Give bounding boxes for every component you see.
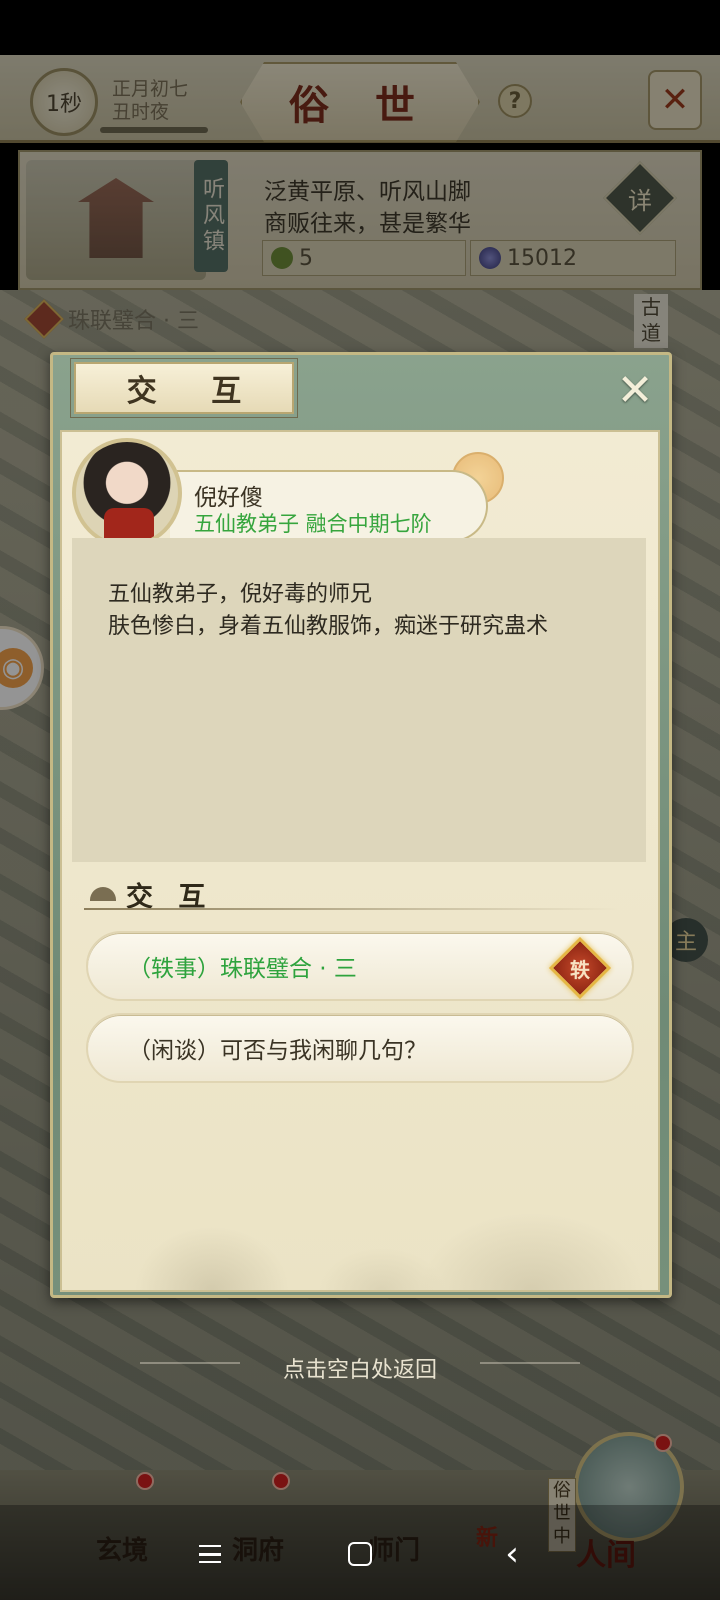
close-x-icon[interactable]: ✕ <box>610 365 660 416</box>
ink-mountains-decoration <box>62 1080 658 1290</box>
home-icon[interactable] <box>336 1530 384 1578</box>
back-chevron-icon[interactable]: ‹ <box>488 1530 536 1578</box>
npc-description-line1: 五仙教弟子，倪好毒的师兄 <box>108 582 373 607</box>
option-anecdote-label: （轶事）珠联璧合 · 三 <box>128 956 357 982</box>
section-divider <box>84 908 620 910</box>
npc-rank: 五仙教弟子 融合中期七阶 <box>194 512 432 536</box>
dialog-title: 交 互 <box>70 358 298 418</box>
npc-avatar <box>72 438 182 548</box>
anecdote-seal-label: 轶 <box>570 957 590 982</box>
npc-description-line2: 肤色惨白，身着五仙教服饰，痴迷于研究蛊术 <box>108 614 549 639</box>
interaction-section-header: 交 互 <box>90 876 213 913</box>
npc-name: 倪好傻 <box>194 485 263 511</box>
cloud-icon <box>90 887 116 901</box>
menu-icon[interactable] <box>186 1530 234 1578</box>
option-chat-label: （闲谈）可否与我闲聊几句？ <box>128 1038 427 1064</box>
option-chat[interactable]: （闲谈）可否与我闲聊几句？ <box>86 1013 634 1083</box>
return-hint: 点击空白处返回 <box>282 1358 437 1383</box>
